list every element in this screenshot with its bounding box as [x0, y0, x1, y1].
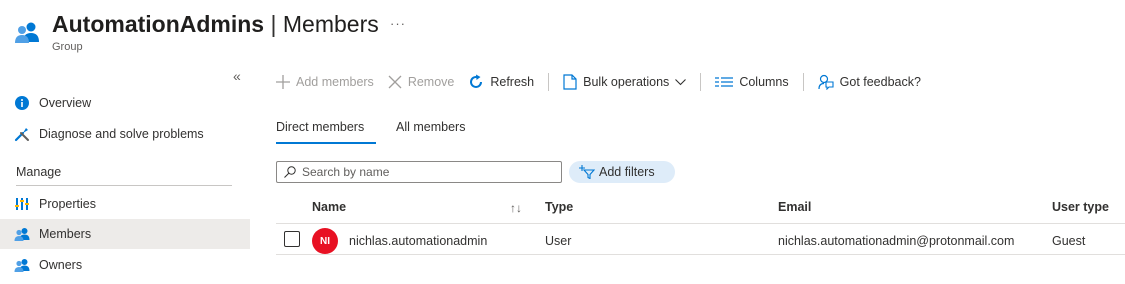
- column-header-name[interactable]: Name: [312, 200, 346, 214]
- filter-icon: [579, 165, 595, 179]
- row-divider: [276, 254, 1125, 255]
- header-divider: [276, 223, 1125, 224]
- feedback-label: Got feedback?: [839, 75, 921, 89]
- toolbar-divider: [802, 73, 804, 91]
- member-user-type: Guest: [1052, 234, 1086, 248]
- sidebar-item-overview[interactable]: Overview: [0, 88, 250, 118]
- sidebar-item-owners[interactable]: Owners: [0, 250, 250, 280]
- add-members-button[interactable]: Add members: [276, 75, 374, 89]
- plus-icon: [276, 75, 290, 89]
- section-name: Members: [282, 11, 379, 37]
- sidebar-item-properties[interactable]: Properties: [0, 189, 250, 219]
- member-name[interactable]: nichlas.automationadmin: [349, 234, 487, 248]
- refresh-icon: [468, 74, 484, 90]
- columns-button[interactable]: Columns: [715, 75, 789, 89]
- document-icon: [563, 74, 577, 90]
- members-icon: [14, 226, 30, 242]
- search-input[interactable]: [302, 165, 542, 179]
- column-header-type[interactable]: Type: [545, 200, 573, 214]
- columns-icon: [715, 77, 734, 87]
- group-name: AutomationAdmins: [52, 11, 265, 37]
- active-tab-indicator: [276, 142, 376, 144]
- sidebar-item-label: Properties: [39, 197, 96, 211]
- column-header-email[interactable]: Email: [778, 200, 811, 214]
- section-divider: [16, 185, 232, 186]
- bulk-operations-label: Bulk operations: [583, 75, 670, 89]
- sidebar-item-label: Overview: [39, 96, 92, 110]
- sidebar-item-diagnose[interactable]: Diagnose and solve problems: [0, 119, 250, 149]
- sidebar-item-members[interactable]: Members: [0, 219, 250, 249]
- group-icon: [14, 20, 40, 44]
- add-members-label: Add members: [296, 75, 374, 89]
- page-subtitle: Group: [52, 41, 83, 53]
- remove-button[interactable]: Remove: [388, 75, 455, 89]
- member-type: User: [545, 234, 572, 248]
- column-header-user-type[interactable]: User type: [1052, 200, 1109, 214]
- refresh-button[interactable]: Refresh: [468, 74, 534, 90]
- wrench-icon: [14, 126, 30, 142]
- add-filters-label: Add filters: [599, 165, 655, 179]
- remove-label: Remove: [407, 75, 455, 89]
- sidebar-item-label: Diagnose and solve problems: [39, 127, 204, 141]
- member-email: nichlas.automationadmin@protonmail.com: [778, 234, 1015, 248]
- title-separator: |: [270, 11, 277, 37]
- tab-all-members[interactable]: All members: [396, 120, 465, 134]
- refresh-label: Refresh: [490, 75, 535, 89]
- command-bar: Add members Remove Refresh Bulk operatio…: [276, 70, 935, 94]
- feedback-icon: [818, 74, 834, 90]
- avatar: NI: [312, 228, 338, 254]
- add-filters-button[interactable]: Add filters: [569, 161, 675, 183]
- sidebar-item-label: Owners: [39, 258, 83, 272]
- owners-icon: [14, 257, 30, 273]
- toolbar-divider: [700, 73, 702, 91]
- search-box: [276, 161, 562, 183]
- close-icon: [388, 75, 402, 89]
- tab-direct-members[interactable]: Direct members: [276, 120, 364, 134]
- page-title: AutomationAdmins | Members: [52, 11, 379, 38]
- feedback-button[interactable]: Got feedback?: [818, 74, 921, 90]
- bulk-operations-button[interactable]: Bulk operations: [563, 74, 687, 90]
- search-icon: [284, 166, 296, 178]
- toolbar-divider: [548, 73, 550, 91]
- chevron-down-icon: [675, 78, 687, 86]
- sidebar-item-label: Members: [39, 227, 92, 241]
- sort-icon[interactable]: ↑↓: [510, 201, 522, 215]
- row-checkbox[interactable]: [284, 231, 300, 247]
- properties-icon: [14, 196, 30, 212]
- more-options-icon[interactable]: ···: [390, 16, 406, 31]
- collapse-sidebar-icon[interactable]: «: [233, 68, 241, 84]
- manage-section-header: Manage: [16, 165, 62, 179]
- columns-label: Columns: [739, 75, 789, 89]
- info-icon: [14, 95, 30, 111]
